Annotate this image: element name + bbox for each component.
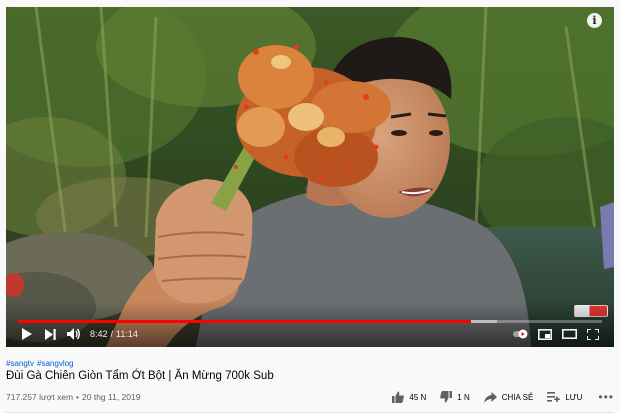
autoplay-toggle-icon[interactable] [512,325,530,343]
fullscreen-icon[interactable] [584,325,602,343]
thumbs-down-icon [440,391,453,403]
theater-icon[interactable] [560,325,578,343]
video-meta: 717.257 lượt xem • 20 thg 11, 2019 [6,392,140,402]
share-label: CHIA SẺ [501,392,534,402]
hashtag-link[interactable]: #sangvlog [37,359,73,368]
progress-bar[interactable] [18,320,602,323]
dislike-button[interactable]: 1 N [440,391,470,403]
miniplayer-icon[interactable] [536,325,554,343]
view-count: 717.257 lượt xem [6,392,74,402]
next-icon[interactable] [42,325,58,343]
hashtag-link[interactable]: #sangtv [6,359,34,368]
save-label: LƯU [565,392,583,402]
share-button[interactable]: CHIA SẺ [483,391,534,403]
hashtag-list: #sangtv #sangvlog [6,359,77,368]
dislike-count: 1 N [457,392,470,402]
like-count: 45 N [409,392,427,402]
thumbs-up-icon [392,391,405,403]
upload-date: 20 thg 11, 2019 [82,392,141,402]
share-icon [483,391,497,403]
play-icon[interactable] [18,325,34,343]
time-separator: / [110,329,114,339]
video-frame [6,7,614,347]
video-player[interactable]: i 8:42/11:14 [6,7,614,347]
played-bar [18,320,471,323]
current-time: 8:42 [90,329,108,339]
volume-icon[interactable] [66,325,82,343]
control-bar: 8:42/11:14 [18,325,602,343]
video-title: Đùi Gà Chiên Giòn Tẩm Ớt Bột | Ăn Mừng 7… [6,370,274,382]
playlist-add-icon [547,392,561,402]
duration: 11:14 [116,329,138,339]
action-bar: 45 N 1 N CHIA SẺ LƯU ••• [378,388,614,406]
meta-separator: • [76,392,80,402]
time-display: 8:42/11:14 [90,329,138,339]
more-actions-icon[interactable]: ••• [598,390,614,404]
info-icon[interactable]: i [587,13,602,28]
like-button[interactable]: 45 N [392,391,426,403]
save-button[interactable]: LƯU [547,392,582,402]
